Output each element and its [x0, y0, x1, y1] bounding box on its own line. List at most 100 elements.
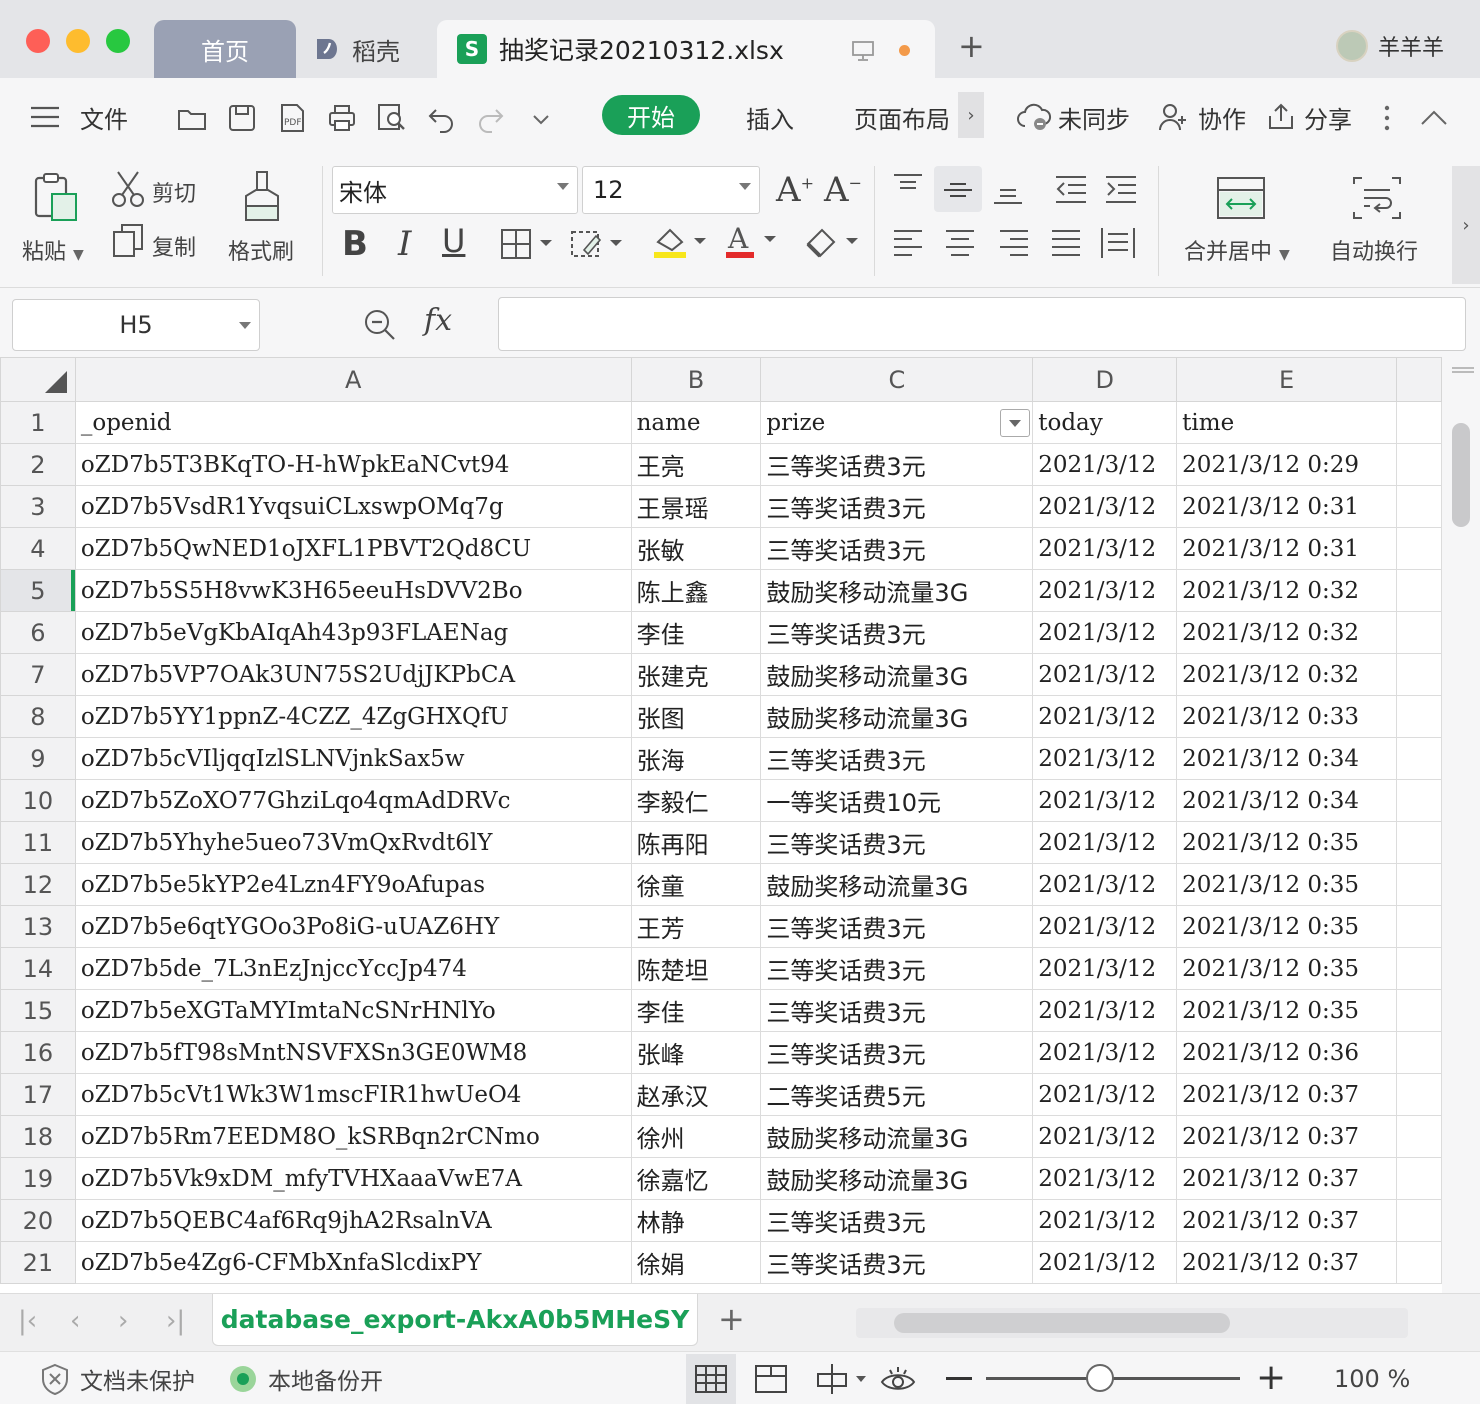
cell[interactable] — [1396, 653, 1442, 696]
undo-icon[interactable] — [426, 102, 458, 134]
cell[interactable]: oZD7b5Vk9xDM_mfyTVHXaaaVwE7A — [74, 1157, 632, 1200]
row-header[interactable]: 18 — [0, 1115, 76, 1158]
cell[interactable]: 鼓励奖移动流量3G — [760, 569, 1034, 612]
cell[interactable]: 2021/3/12 0:35 — [1176, 947, 1398, 990]
cell[interactable]: 2021/3/12 0:37 — [1176, 1115, 1398, 1158]
cell[interactable] — [1396, 485, 1442, 528]
name-box[interactable]: H5 — [12, 299, 260, 351]
clear-format-icon[interactable] — [804, 226, 860, 258]
document-protection-status[interactable]: 文档未保护 — [40, 1352, 195, 1404]
cell[interactable] — [1396, 905, 1442, 948]
cell[interactable]: 三等奖话费3元 — [760, 737, 1034, 780]
cell[interactable] — [1396, 863, 1442, 906]
column-title-cell[interactable]: prize — [760, 401, 1034, 444]
cell[interactable]: 2021/3/12 0:33 — [1176, 695, 1398, 738]
cell[interactable]: 三等奖话费3元 — [760, 527, 1034, 570]
reading-mode-icon[interactable] — [814, 1362, 868, 1396]
cell[interactable] — [1396, 1199, 1442, 1242]
align-center-icon[interactable] — [944, 228, 976, 260]
cell[interactable]: 徐州 — [630, 1115, 762, 1158]
collapse-icon[interactable] — [1418, 102, 1450, 134]
cell[interactable]: oZD7b5S5H8vwK3H65eeuHsDVV2Bo — [74, 569, 632, 612]
cell[interactable]: 二等奖话费5元 — [760, 1073, 1034, 1116]
row-header[interactable]: 1 — [0, 401, 76, 444]
save-icon[interactable] — [226, 102, 258, 134]
preview-icon[interactable] — [376, 102, 408, 134]
cell[interactable]: oZD7b5de_7L3nEzJnjccYccJp474 — [74, 947, 632, 990]
column-header-next[interactable] — [1396, 357, 1442, 402]
italic-icon[interactable]: I — [398, 224, 411, 264]
cell[interactable]: 陈上鑫 — [630, 569, 762, 612]
cell[interactable]: 2021/3/12 0:32 — [1176, 569, 1398, 612]
cell[interactable]: oZD7b5cVIljqqIzlSLNVjnkSax5w — [74, 737, 632, 780]
cell[interactable]: 张建克 — [630, 653, 762, 696]
cell[interactable]: 2021/3/12 — [1032, 1115, 1178, 1158]
tab-start[interactable]: 开始 — [602, 95, 700, 135]
cell[interactable]: 2021/3/12 — [1032, 653, 1178, 696]
column-header-c[interactable]: C — [760, 357, 1034, 402]
cell[interactable]: 2021/3/12 0:31 — [1176, 485, 1398, 528]
column-title-cell[interactable]: time — [1176, 401, 1398, 444]
cell[interactable]: 2021/3/12 0:37 — [1176, 1073, 1398, 1116]
cell[interactable]: 张峰 — [630, 1031, 762, 1074]
row-header[interactable]: 7 — [0, 653, 76, 696]
underline-icon[interactable]: U — [442, 222, 465, 260]
cell[interactable]: oZD7b5VsdR1YvqsuiCLxswpOMq7g — [74, 485, 632, 528]
cell[interactable]: oZD7b5T3BKqTO-H-hWpkEaNCvt94 — [74, 443, 632, 486]
row-header[interactable]: 19 — [0, 1157, 76, 1200]
cell[interactable]: 2021/3/12 0:37 — [1176, 1241, 1398, 1284]
bold-icon[interactable]: B — [342, 224, 368, 264]
cell[interactable]: 三等奖话费3元 — [760, 821, 1034, 864]
row-header[interactable]: 9 — [0, 737, 76, 780]
cell[interactable]: 2021/3/12 — [1032, 737, 1178, 780]
row-header[interactable]: 6 — [0, 611, 76, 654]
cell[interactable]: 三等奖话费3元 — [760, 989, 1034, 1032]
cell[interactable]: 2021/3/12 — [1032, 1199, 1178, 1242]
more-icon[interactable] — [1372, 102, 1402, 134]
sheet-tab-active[interactable]: database_export-AkxA0b5MHeSY — [212, 1294, 698, 1346]
copy-icon[interactable] — [110, 222, 146, 260]
wrap-text-icon[interactable] — [1352, 176, 1402, 220]
fill-color-icon[interactable] — [652, 224, 708, 260]
tab-home[interactable]: 首页 — [154, 20, 296, 78]
cell[interactable]: 鼓励奖移动流量3G — [760, 695, 1034, 738]
ribbon-scroll-right-button[interactable]: › — [1452, 166, 1480, 284]
cell[interactable]: 2021/3/12 — [1032, 947, 1178, 990]
border-icon[interactable] — [500, 228, 556, 260]
column-title-cell[interactable]: _openid — [74, 401, 632, 444]
cell[interactable]: 2021/3/12 0:37 — [1176, 1199, 1398, 1242]
cell[interactable] — [1396, 947, 1442, 990]
minimize-window-button[interactable] — [66, 29, 90, 53]
merge-center-button[interactable]: 合并居中 ▼ — [1184, 234, 1290, 266]
row-header[interactable]: 5 — [0, 569, 76, 612]
cell[interactable]: 2021/3/12 0:32 — [1176, 611, 1398, 654]
cell[interactable]: 2021/3/12 — [1032, 695, 1178, 738]
print-icon[interactable] — [326, 102, 358, 134]
cell[interactable]: 鼓励奖移动流量3G — [760, 1115, 1034, 1158]
cell[interactable]: 三等奖话费3元 — [760, 485, 1034, 528]
cell[interactable] — [1396, 1031, 1442, 1074]
font-color-icon[interactable]: A — [724, 222, 780, 260]
cell[interactable]: oZD7b5ZoXO77GhziLqo4qmAdDRVc — [74, 779, 632, 822]
cell[interactable] — [1396, 611, 1442, 654]
tab-daoke[interactable]: 稻壳 — [300, 20, 434, 78]
cell[interactable]: 2021/3/12 — [1032, 485, 1178, 528]
align-left-icon[interactable] — [892, 228, 924, 260]
cell[interactable]: 2021/3/12 0:35 — [1176, 821, 1398, 864]
row-header[interactable]: 14 — [0, 947, 76, 990]
zoom-in-button[interactable]: + — [1256, 1360, 1286, 1396]
cell[interactable]: 2021/3/12 — [1032, 527, 1178, 570]
distributed-align-icon[interactable] — [1100, 226, 1136, 260]
cell[interactable]: 鼓励奖移动流量3G — [760, 653, 1034, 696]
cell[interactable]: 2021/3/12 0:37 — [1176, 1157, 1398, 1200]
cell[interactable] — [1396, 1073, 1442, 1116]
zoom-level[interactable]: 100 % — [1334, 1352, 1410, 1404]
row-header[interactable]: 11 — [0, 821, 76, 864]
cell[interactable]: 鼓励奖移动流量3G — [760, 1157, 1034, 1200]
normal-view-button[interactable] — [686, 1354, 736, 1404]
maximize-window-button[interactable] — [106, 29, 130, 53]
font-family-select[interactable]: 宋体 — [332, 166, 578, 214]
row-header[interactable]: 15 — [0, 989, 76, 1032]
cell[interactable] — [1396, 821, 1442, 864]
align-bottom-icon[interactable] — [992, 174, 1024, 206]
